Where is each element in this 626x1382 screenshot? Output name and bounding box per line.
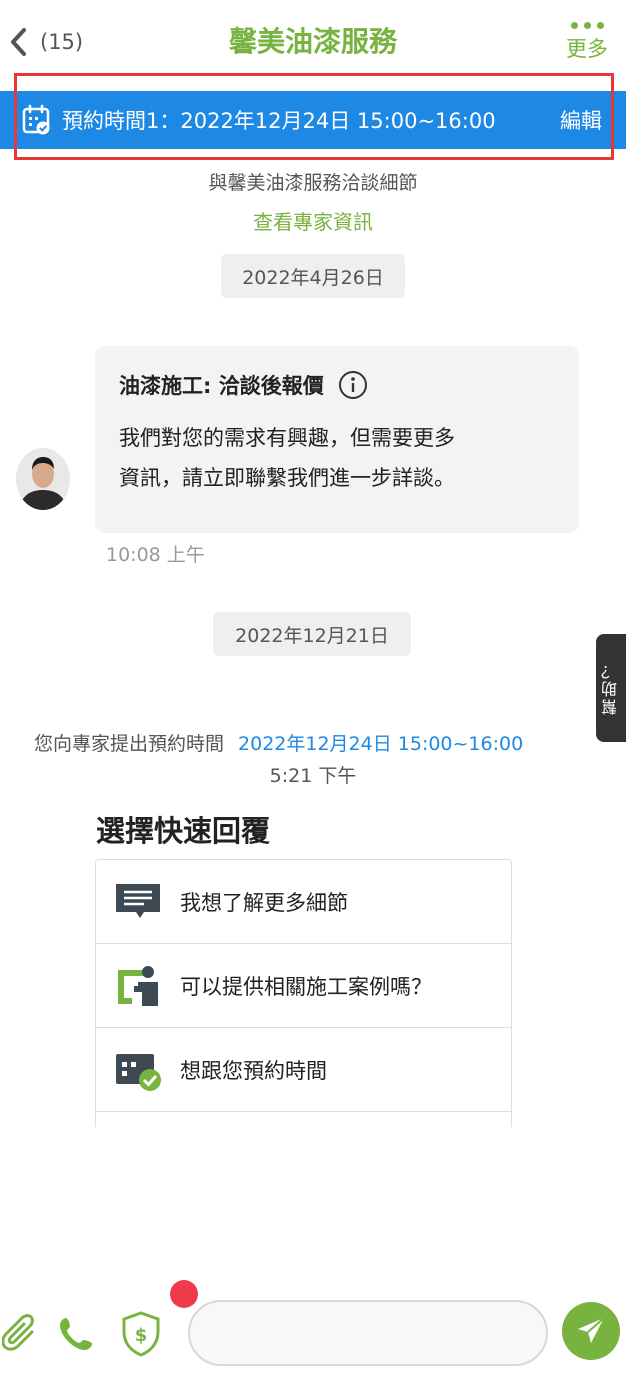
top-header: (15) 馨美油漆服務 更多 xyxy=(0,0,626,82)
calendar-check-icon xyxy=(114,1046,162,1094)
quick-reply-item[interactable]: 我想了解更多細節 xyxy=(96,860,511,944)
message-bubble: 油漆施工: 洽談後報價 我們對您的需求有興趣，但需要更多 資訊，請立即聯繫我們進… xyxy=(95,346,579,533)
message-line: 我們對您的需求有興趣，但需要更多 xyxy=(119,426,455,450)
date-separator: 2022年4月26日 xyxy=(221,254,405,298)
svg-text:$: $ xyxy=(135,1325,148,1346)
phone-icon[interactable] xyxy=(58,1316,94,1352)
quick-reply-list: 我想了解更多細節 可以提供相關施工案例嗎？ 想跟您預約時間 xyxy=(95,859,512,1127)
help-tab[interactable]: 幫助？ xyxy=(596,634,626,742)
date-separator: 2022年12月21日 xyxy=(213,612,411,656)
send-icon xyxy=(578,1317,605,1343)
appointment-time: 預約時間1：2022年12月24日 15:00~16:00 xyxy=(62,109,496,133)
message-input[interactable] xyxy=(188,1300,548,1366)
page-title: 馨美油漆服務 xyxy=(228,25,397,58)
appointment-bar[interactable]: 預約時間1：2022年12月24日 15:00~16:00 編輯 xyxy=(0,91,626,149)
send-button[interactable] xyxy=(562,1302,620,1360)
view-expert-link[interactable]: 查看專家資訊 xyxy=(0,206,626,235)
proposal-time[interactable]: 2022年12月24日 15:00~16:00 xyxy=(238,733,523,755)
quick-reply-item[interactable]: 想跟您預約時間 xyxy=(96,1028,511,1112)
chat-lines-icon xyxy=(114,878,162,926)
chat-subtitle: 與馨美油漆服務洽談細節 xyxy=(208,172,418,194)
calendar-check-icon xyxy=(22,104,50,135)
quick-reply-item[interactable]: 可以提供相關施工案例嗎？ xyxy=(96,944,511,1028)
more-button[interactable]: 更多 xyxy=(562,18,612,64)
presenter-icon xyxy=(114,962,162,1010)
message-time: 10:08 上午 xyxy=(106,544,205,566)
info-icon[interactable] xyxy=(338,370,368,400)
quick-reply-label: 可以提供相關施工案例嗎？ xyxy=(180,974,432,999)
composer-bar: $ xyxy=(0,1280,626,1382)
record-indicator xyxy=(170,1280,198,1308)
message-title: 油漆施工: 洽談後報價 xyxy=(119,374,324,398)
proposal-text: 您向專家提出預約時間 xyxy=(34,733,225,755)
avatar xyxy=(16,448,70,510)
message-body: 我們對您的需求有興趣，但需要更多 資訊，請立即聯繫我們進一步詳談。 xyxy=(119,418,555,498)
quick-reply-label: 我想了解更多細節 xyxy=(180,890,348,915)
more-label: 更多 xyxy=(566,37,608,61)
proposal-notice: 您向專家提出預約時間 2022年12月24日 15:00~16:00 xyxy=(34,729,523,756)
more-dots-icon xyxy=(562,22,612,29)
proposal-timestamp: 5:21 下午 xyxy=(269,765,357,787)
message-line: 資訊，請立即聯繫我們進一步詳談。 xyxy=(119,466,455,490)
help-label: 幫助？ xyxy=(601,661,620,715)
quick-reply-label: 想跟您預約時間 xyxy=(180,1058,327,1083)
edit-appointment-button[interactable]: 編輯 xyxy=(560,105,602,135)
paperclip-icon[interactable] xyxy=(2,1314,40,1354)
quick-reply-heading: 選擇快速回覆 xyxy=(96,814,271,848)
message-title-row: 油漆施工: 洽談後報價 xyxy=(119,370,555,400)
shield-dollar-icon[interactable]: $ xyxy=(120,1310,162,1358)
